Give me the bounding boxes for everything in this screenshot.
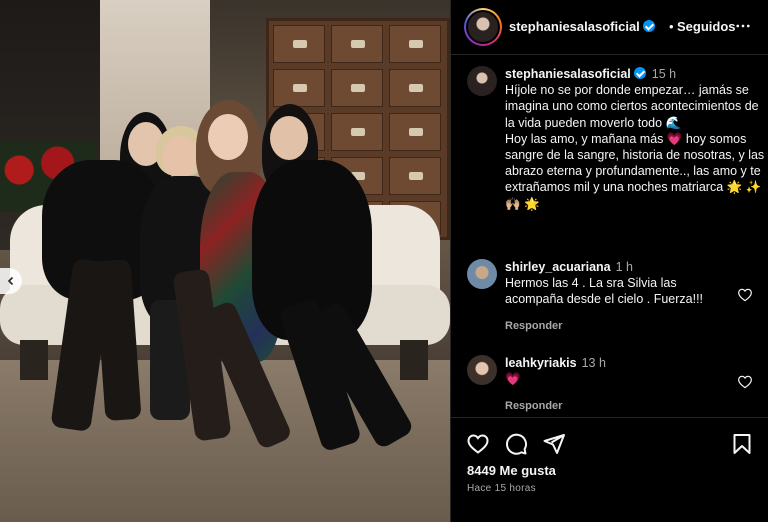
- post-side-panel: stephaniesalasoficial • Seguidos stephan…: [450, 0, 768, 522]
- heart-icon[interactable]: [737, 374, 753, 390]
- post-timestamp[interactable]: Hace 15 horas: [467, 483, 536, 494]
- verified-badge-icon: [642, 20, 655, 32]
- header-username[interactable]: stephaniesalasoficial: [509, 19, 655, 34]
- separator-dot: •: [669, 19, 674, 34]
- chevron-left-icon: [7, 276, 14, 286]
- photo-sofa-leg: [400, 340, 428, 380]
- comment-icon[interactable]: [504, 432, 528, 456]
- comment-avatar[interactable]: [467, 259, 497, 289]
- caption-username[interactable]: stephaniesalasoficial: [505, 67, 631, 81]
- comment-username[interactable]: shirley_acuariana: [505, 260, 611, 274]
- verified-badge-icon: [633, 67, 646, 79]
- comment-avatar[interactable]: [467, 355, 497, 385]
- reply-button[interactable]: Responder: [505, 320, 562, 332]
- comment-text: 💗: [505, 372, 521, 386]
- heart-icon[interactable]: [466, 432, 490, 456]
- more-options-icon: [736, 24, 750, 28]
- post-header: stephaniesalasoficial • Seguidos: [451, 0, 768, 55]
- comment-body: leahkyriakis 13 h 💗: [505, 355, 730, 387]
- post-actions: 8449 Me gusta Hace 15 horas: [451, 417, 768, 522]
- like-count[interactable]: 8449 Me gusta: [467, 463, 556, 478]
- following-button[interactable]: Seguidos: [677, 19, 736, 34]
- comment-body: shirley_acuariana 1 h Hermos las 4 . La s…: [505, 259, 730, 307]
- comment-text: Hermos las 4 . La sra Silvia las acompañ…: [505, 276, 704, 306]
- comment-username[interactable]: leahkyriakis: [505, 356, 577, 370]
- caption-avatar[interactable]: [467, 66, 497, 96]
- more-options-button[interactable]: [731, 14, 755, 38]
- caption-text-1: Híjole no se por donde empezar… jamás se…: [505, 83, 759, 130]
- comment-time: 1 h: [615, 260, 634, 274]
- reply-button[interactable]: Responder: [505, 400, 562, 412]
- caption-body: stephaniesalasoficial 15 h Híjole no se p…: [505, 66, 765, 212]
- comment-time: 13 h: [581, 356, 606, 370]
- heart-icon[interactable]: [737, 287, 753, 303]
- username-text[interactable]: stephaniesalasoficial: [509, 19, 640, 34]
- caption-text-2: Hoy las amo, y mañana más 💗 hoy somos sa…: [505, 131, 765, 211]
- caption-time: 15 h: [651, 67, 677, 81]
- bookmark-icon[interactable]: [730, 432, 754, 456]
- share-icon[interactable]: [542, 432, 566, 456]
- post-photo[interactable]: [0, 0, 450, 522]
- avatar[interactable]: [464, 8, 502, 46]
- photo-sofa-leg: [20, 340, 48, 380]
